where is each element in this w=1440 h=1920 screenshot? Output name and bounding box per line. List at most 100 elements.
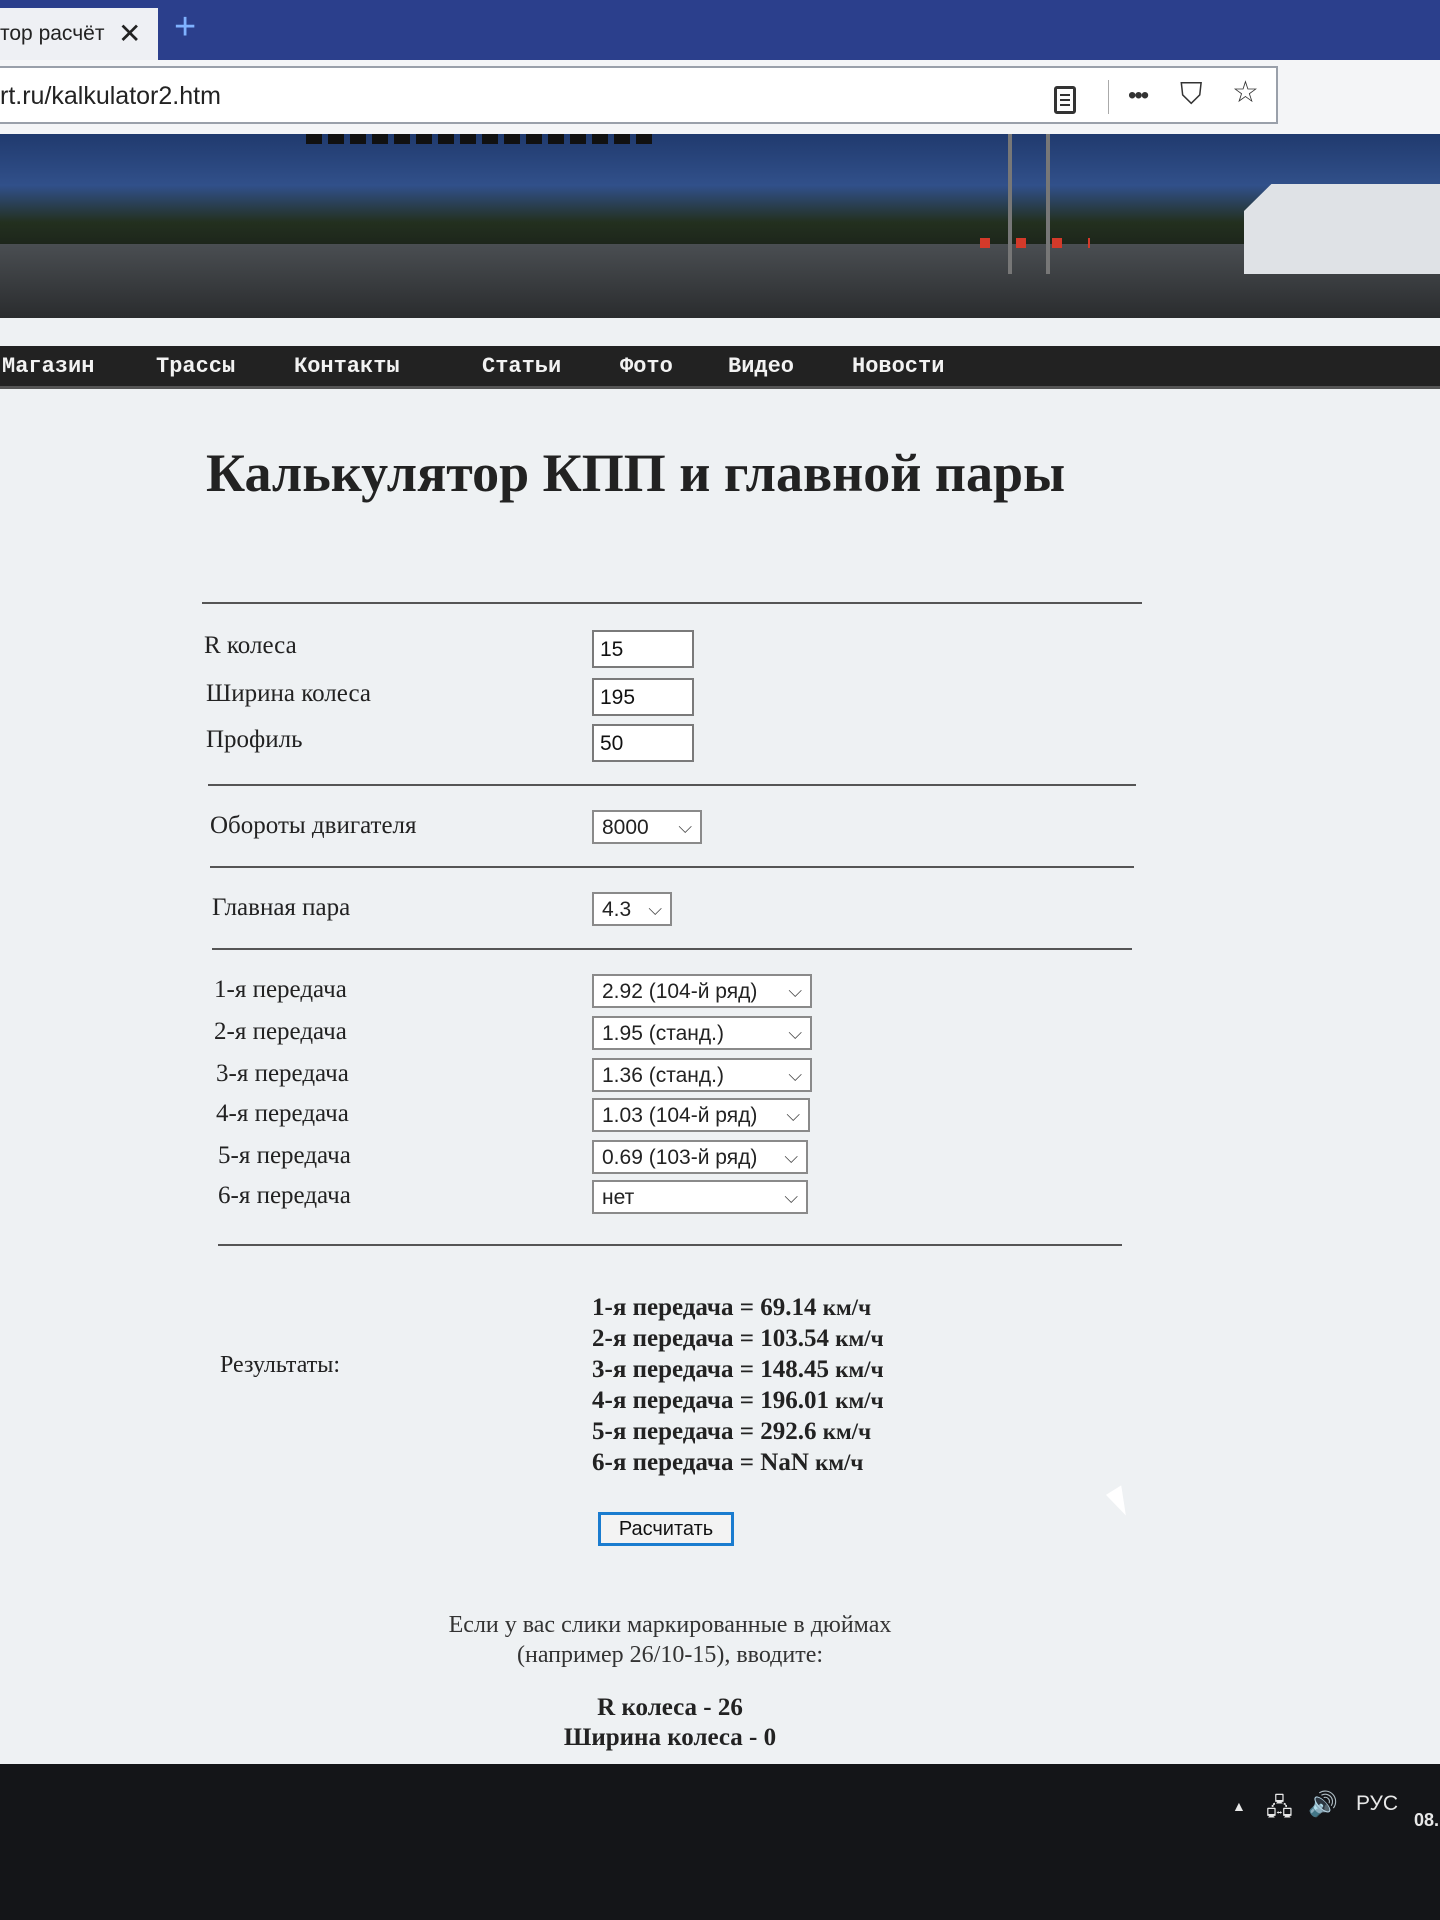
gear-5-label: 5-я передача — [218, 1142, 351, 1169]
bookmark-star-icon[interactable]: ☆ — [1232, 78, 1259, 108]
result-unit: км/ч — [835, 1357, 884, 1382]
browser-tab-bar: тор расчёт ✕ + — [0, 0, 1440, 60]
chevron-down-icon: ⌵ — [648, 899, 662, 919]
new-tab-icon[interactable]: + — [174, 8, 196, 46]
chevron-down-icon: ⌵ — [678, 817, 692, 837]
inches-note-line-2: (например 26/10-15), вводите: — [516, 1642, 824, 1668]
result-unit: км/ч — [822, 1295, 872, 1320]
results-list: 1-я передача = 69.14 км/ч 2-я передача =… — [592, 1292, 884, 1478]
result-unit: км/ч — [815, 1450, 864, 1475]
calculate-button[interactable]: Расчитать — [598, 1512, 734, 1546]
chevron-down-icon: ⌵ — [788, 1065, 802, 1085]
address-bar[interactable]: rt.ru/kalkulator2.htm ••• ⛉ ☆ — [0, 66, 1278, 124]
tray-expand-icon[interactable]: ▲ — [1232, 1798, 1246, 1814]
result-gear-1: 1-я передача = 69.14 км/ч — [592, 1292, 884, 1323]
chevron-down-icon: ⌵ — [788, 1023, 802, 1043]
inches-note-radius: R колеса - 26 — [597, 1694, 743, 1721]
nav-item-shop[interactable]: Магазин — [2, 354, 94, 379]
profile-label: Профиль — [206, 726, 303, 753]
result-unit: км/ч — [835, 1326, 884, 1351]
banner-decoration — [306, 134, 658, 144]
result-gear-6-text: 6-я передача = NaN — [592, 1449, 809, 1476]
gear-4-label: 4-я передача — [216, 1100, 349, 1127]
page-title: Калькулятор КПП и главной пары — [206, 443, 1066, 503]
url-text: rt.ru/kalkulator2.htm — [0, 82, 221, 110]
reader-view-icon[interactable] — [1054, 86, 1076, 114]
volume-icon[interactable]: 🔊 — [1308, 1790, 1338, 1819]
result-gear-3-text: 3-я передача = 148.45 — [592, 1356, 830, 1383]
inches-note-width: Ширина колеса - 0 — [563, 1724, 777, 1751]
result-gear-5: 5-я передача = 292.6 км/ч — [592, 1416, 884, 1447]
result-gear-3: 3-я передача = 148.45 км/ч — [592, 1354, 884, 1385]
pocket-icon[interactable]: ⛉ — [1180, 80, 1203, 110]
result-gear-1-text: 1-я передача = 69.14 — [592, 1294, 817, 1321]
gear-5-value: 0.69 (103-й ряд) — [602, 1146, 758, 1169]
toolbar-divider — [1108, 80, 1109, 114]
result-gear-4-text: 4-я передача = 196.01 — [592, 1387, 830, 1414]
header-banner-image — [0, 134, 1440, 318]
wheel-radius-label: R колеса — [204, 632, 297, 659]
web-page: Магазин Трассы Контакты Статьи Фото Виде… — [0, 134, 1440, 1764]
chevron-down-icon: ⌵ — [784, 1147, 798, 1167]
gear-4-value: 1.03 (104-й ряд) — [602, 1104, 758, 1127]
calculator-content: Калькулятор КПП и главной пары R колеса … — [0, 386, 1440, 1764]
wheel-width-label: Ширина колеса — [206, 680, 371, 707]
result-gear-2-text: 2-я передача = 103.54 — [592, 1325, 830, 1352]
gear-1-select[interactable]: 2.92 (104-й ряд) ⌵ — [592, 974, 812, 1008]
divider — [208, 784, 1136, 786]
results-label: Результаты: — [220, 1352, 340, 1378]
final-drive-value: 4.3 — [602, 898, 632, 921]
gear-3-value: 1.36 (станд.) — [602, 1064, 724, 1087]
browser-toolbar: rt.ru/kalkulator2.htm ••• ⛉ ☆ — [0, 60, 1440, 135]
site-navigation: Магазин Трассы Контакты Статьи Фото Виде… — [0, 346, 1440, 389]
clock[interactable]: 08. — [1414, 1810, 1439, 1831]
os-taskbar: ▲ 🖧 🔊 РУС 08. — [0, 1764, 1440, 1920]
gear-2-value: 1.95 (станд.) — [602, 1022, 724, 1045]
divider — [210, 866, 1134, 868]
nav-item-contacts[interactable]: Контакты — [294, 354, 400, 379]
gear-3-label: 3-я передача — [216, 1060, 349, 1087]
chevron-down-icon: ⌵ — [784, 1187, 798, 1207]
banner-tent — [1244, 184, 1440, 274]
divider — [218, 1244, 1122, 1246]
banner-road — [0, 244, 1440, 318]
gear-4-select[interactable]: 1.03 (104-й ряд) ⌵ — [592, 1098, 810, 1132]
nav-item-photo[interactable]: Фото — [620, 354, 673, 379]
result-gear-2: 2-я передача = 103.54 км/ч — [592, 1323, 884, 1354]
gear-1-value: 2.92 (104-й ряд) — [602, 980, 758, 1003]
language-indicator[interactable]: РУС — [1356, 1792, 1398, 1816]
nav-item-video[interactable]: Видео — [728, 354, 794, 379]
gear-2-label: 2-я передача — [214, 1018, 347, 1045]
divider — [212, 948, 1132, 950]
gear-2-select[interactable]: 1.95 (станд.) ⌵ — [592, 1016, 812, 1050]
profile-input[interactable]: 50 — [592, 724, 694, 762]
result-gear-6: 6-я передача = NaN км/ч — [592, 1447, 884, 1478]
final-drive-label: Главная пара — [212, 894, 351, 921]
final-drive-select[interactable]: 4.3 ⌵ — [592, 892, 672, 926]
gear-6-value: нет — [602, 1186, 635, 1209]
wheel-width-input[interactable]: 195 — [592, 678, 694, 716]
result-unit: км/ч — [822, 1419, 872, 1444]
result-gear-5-text: 5-я передача = 292.6 — [592, 1418, 817, 1445]
network-icon[interactable]: 🖧 — [1266, 1790, 1293, 1831]
tab-title: тор расчёт — [0, 22, 105, 45]
nav-item-news[interactable]: Новости — [852, 354, 944, 379]
gear-6-select[interactable]: нет ⌵ — [592, 1180, 808, 1214]
banner-tower — [1008, 134, 1050, 274]
browser-tab[interactable]: тор расчёт ✕ — [0, 8, 158, 60]
engine-rpm-select[interactable]: 8000 ⌵ — [592, 810, 702, 844]
engine-rpm-label: Обороты двигателя — [210, 812, 417, 839]
gear-5-select[interactable]: 0.69 (103-й ряд) ⌵ — [592, 1140, 808, 1174]
close-icon[interactable]: ✕ — [118, 20, 141, 48]
banner-lights — [980, 238, 1090, 248]
nav-item-articles[interactable]: Статьи — [482, 354, 561, 379]
result-unit: км/ч — [835, 1388, 884, 1413]
engine-rpm-value: 8000 — [602, 816, 649, 839]
gear-3-select[interactable]: 1.36 (станд.) ⌵ — [592, 1058, 812, 1092]
gear-6-label: 6-я передача — [218, 1182, 351, 1209]
chevron-down-icon: ⌵ — [786, 1105, 800, 1125]
chevron-down-icon: ⌵ — [788, 981, 802, 1001]
wheel-radius-input[interactable]: 15 — [592, 630, 694, 668]
nav-item-tracks[interactable]: Трассы — [156, 354, 235, 379]
more-actions-icon[interactable]: ••• — [1128, 84, 1149, 108]
